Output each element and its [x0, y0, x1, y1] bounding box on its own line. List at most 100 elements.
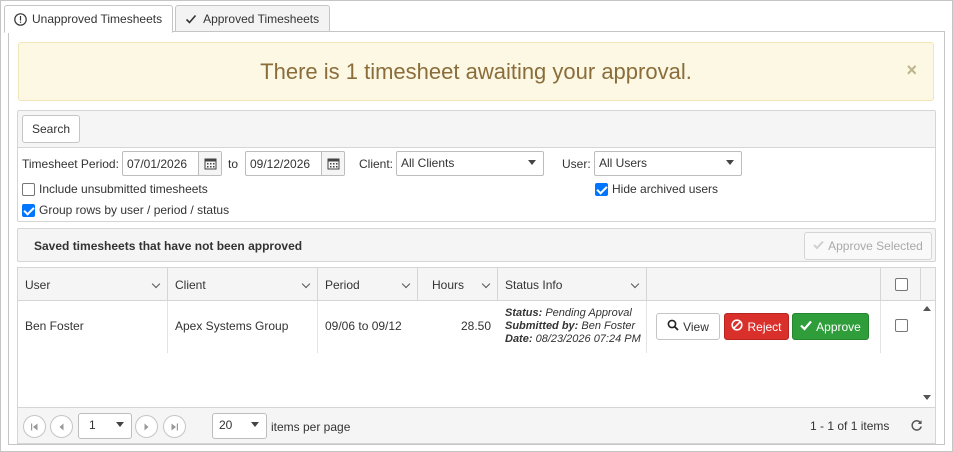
chevron-down-icon[interactable] [481, 279, 491, 289]
column-header-actions [647, 268, 881, 301]
column-header-status-info[interactable]: Status Info [498, 268, 647, 301]
chevron-down-icon[interactable] [151, 279, 161, 289]
hours-value: 28.50 [460, 319, 491, 333]
cell-period: 09/06 to 09/12 [318, 301, 418, 353]
scroll-down-arrow-icon[interactable] [923, 395, 931, 400]
tab-label: Approved Timesheets [203, 11, 320, 26]
user-select-value: All Users [599, 156, 648, 170]
include-unsubmitted-checkbox[interactable]: Include unsubmitted timesheets [22, 182, 208, 196]
date-value: 08/23/2026 07:24 PM [535, 333, 641, 345]
timesheet-grid: User Client Period Hours Status Info Ben… [17, 267, 936, 444]
chevron-down-icon[interactable] [630, 279, 640, 289]
to-date-picker[interactable]: 09/12/2026 [245, 151, 345, 176]
cell-status-info: Status: Pending Approval Submitted by: B… [498, 301, 647, 353]
client-select[interactable]: All Clients [396, 151, 544, 176]
period-value: 09/06 to 09/12 [325, 319, 402, 333]
first-page-icon[interactable] [23, 415, 46, 438]
column-title: Client [175, 278, 206, 292]
user-name: Ben Foster [25, 319, 84, 333]
tab-label: Unapproved Timesheets [32, 12, 163, 26]
last-page-icon[interactable] [163, 415, 186, 438]
approve-selected-button[interactable]: Approve Selected [804, 232, 932, 260]
checkbox-label: Group rows by user / period / status [39, 203, 230, 217]
tab-strip: Unapproved Timesheets Approved Timesheet… [4, 5, 332, 33]
checkbox-box[interactable] [22, 203, 35, 217]
ban-icon [731, 319, 744, 334]
chevron-down-icon [528, 160, 536, 165]
reject-button[interactable]: Reject [724, 313, 789, 340]
user-label: User: [562, 157, 591, 171]
chevron-down-icon [726, 160, 734, 165]
page-select[interactable]: 1 [78, 413, 132, 439]
page-size-value: 20 [219, 418, 233, 432]
tab-unapproved-timesheets[interactable]: Unapproved Timesheets [4, 5, 174, 33]
next-page-icon[interactable] [135, 415, 158, 438]
submitted-value: Ben Foster [581, 320, 636, 332]
chevron-down-icon [116, 422, 124, 427]
checkmark-icon [800, 320, 812, 334]
column-header-user[interactable]: User [18, 268, 168, 301]
client-select-value: All Clients [401, 156, 455, 170]
exclamation-circle-icon [13, 12, 27, 26]
checkbox-label: Hide archived users [612, 182, 719, 196]
from-date-value: 07/01/2026 [127, 157, 188, 171]
column-header-client[interactable]: Client [168, 268, 318, 301]
column-header-hours[interactable]: Hours [418, 268, 498, 301]
select-all-checkbox[interactable] [895, 278, 908, 291]
status-value: Pending Approval [545, 307, 632, 319]
to-label: to [228, 157, 239, 171]
reject-label: Reject [747, 319, 782, 334]
close-icon[interactable]: × [906, 60, 917, 81]
checkmark-icon [813, 239, 824, 253]
client-name: Apex Systems Group [175, 319, 289, 333]
items-per-page-label: items per page [271, 420, 351, 434]
grid-header: User Client Period Hours Status Info [18, 268, 935, 301]
from-date-picker[interactable]: 07/01/2026 [122, 151, 222, 176]
chevron-down-icon[interactable] [401, 279, 411, 289]
pager: 1 20 items per page 1 - 1 of 1 items [18, 407, 935, 443]
previous-page-icon[interactable] [50, 415, 73, 438]
column-title: Period [325, 278, 360, 292]
group-rows-checkbox[interactable]: Group rows by user / period / status [22, 203, 229, 217]
cell-user: Ben Foster [18, 301, 168, 353]
search-icon [667, 319, 679, 334]
cell-client: Apex Systems Group [168, 301, 318, 353]
checkmark-icon [184, 12, 198, 26]
approval-alert: There is 1 timesheet awaiting your appro… [18, 42, 934, 101]
calendar-icon[interactable] [198, 152, 221, 175]
column-header-period[interactable]: Period [318, 268, 418, 301]
tab-approved-timesheets[interactable]: Approved Timesheets [175, 5, 331, 32]
chevron-down-icon [251, 422, 259, 427]
client-label: Client: [359, 157, 394, 171]
calendar-icon[interactable] [321, 152, 344, 175]
chevron-down-icon[interactable] [301, 279, 311, 289]
view-label: View [683, 319, 709, 334]
saved-timesheets-bar: Saved timesheets that have not been appr… [17, 228, 936, 262]
cell-hours: 28.50 [418, 301, 498, 353]
cell-actions: View Reject Approve [647, 301, 881, 353]
submitted-label: Submitted by: [505, 320, 579, 332]
page-number: 1 [89, 418, 96, 432]
checkbox-box[interactable] [595, 182, 608, 196]
refresh-icon[interactable] [910, 419, 923, 435]
column-title: Status Info [505, 278, 563, 292]
approve-label: Approve [816, 319, 861, 334]
page-size-select[interactable]: 20 [212, 413, 267, 439]
to-date-value: 09/12/2026 [250, 157, 311, 171]
section-title: Saved timesheets that have not been appr… [34, 239, 303, 253]
checkbox-box[interactable] [22, 182, 35, 196]
row-select-checkbox[interactable] [895, 319, 908, 332]
search-button[interactable]: Search [22, 115, 80, 143]
approve-button[interactable]: Approve [792, 313, 869, 340]
view-button[interactable]: View [656, 313, 720, 340]
scroll-up-arrow-icon[interactable] [923, 306, 931, 311]
filter-toolbar: Search [18, 111, 935, 148]
column-header-select-all[interactable] [881, 268, 921, 301]
approve-selected-label: Approve Selected [828, 239, 923, 253]
column-title: Hours [432, 278, 465, 292]
timesheet-period-label: Timesheet Period: [22, 157, 119, 171]
checkbox-label: Include unsubmitted timesheets [39, 182, 208, 196]
hide-archived-checkbox[interactable]: Hide archived users [595, 182, 718, 196]
cell-select [881, 301, 921, 353]
user-select[interactable]: All Users [594, 151, 742, 176]
